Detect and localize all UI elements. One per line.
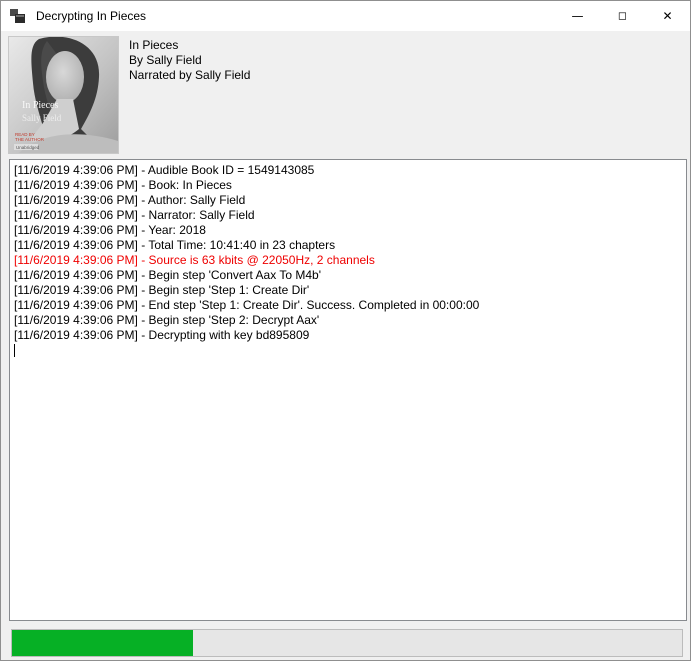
book-title: In Pieces (129, 38, 250, 53)
log-lines: [11/6/2019 4:39:06 PM] - Audible Book ID… (14, 163, 686, 343)
cover-edition: Unabridged (16, 145, 40, 150)
maximize-icon: ◻ (618, 10, 627, 21)
log-line: [11/6/2019 4:39:06 PM] - End step 'Step … (14, 298, 686, 313)
log-line: [11/6/2019 4:39:06 PM] - Book: In Pieces (14, 178, 686, 193)
close-icon: ✕ (662, 10, 672, 22)
log-line: [11/6/2019 4:39:06 PM] - Begin step 'Ste… (14, 283, 686, 298)
minimize-icon: — (572, 10, 584, 22)
progress-bar (11, 629, 683, 657)
book-narrator: Narrated by Sally Field (129, 68, 250, 83)
log-line: [11/6/2019 4:39:06 PM] - Author: Sally F… (14, 193, 686, 208)
book-author: By Sally Field (129, 53, 250, 68)
window-controls: — ◻ ✕ (555, 1, 690, 31)
cover-readby-line2: THE AUTHOR (15, 137, 45, 142)
log-line: [11/6/2019 4:39:06 PM] - Begin step 'Ste… (14, 313, 686, 328)
window-title: Decrypting In Pieces (36, 9, 146, 23)
app-icon (10, 8, 26, 24)
caret-line (14, 343, 686, 358)
log-line: [11/6/2019 4:39:06 PM] - Total Time: 10:… (14, 238, 686, 253)
log-line: [11/6/2019 4:39:06 PM] - Audible Book ID… (14, 163, 686, 178)
book-cover-image: In Pieces Sally Field READ BY THE AUTHOR… (9, 37, 118, 153)
log-line: [11/6/2019 4:39:06 PM] - Narrator: Sally… (14, 208, 686, 223)
cover-author: Sally Field (22, 113, 62, 123)
log-textbox[interactable]: [11/6/2019 4:39:06 PM] - Audible Book ID… (9, 159, 687, 621)
progress-fill (12, 630, 193, 656)
minimize-button[interactable]: — (555, 1, 600, 31)
maximize-button[interactable]: ◻ (600, 1, 645, 31)
log-line: [11/6/2019 4:39:06 PM] - Source is 63 kb… (14, 253, 686, 268)
close-button[interactable]: ✕ (645, 1, 690, 31)
cover-title: In Pieces (22, 100, 58, 111)
app-window: Decrypting In Pieces — ◻ ✕ (0, 0, 691, 661)
log-line: [11/6/2019 4:39:06 PM] - Year: 2018 (14, 223, 686, 238)
log-line: [11/6/2019 4:39:06 PM] - Decrypting with… (14, 328, 686, 343)
log-line: [11/6/2019 4:39:06 PM] - Begin step 'Con… (14, 268, 686, 283)
titlebar[interactable]: Decrypting In Pieces — ◻ ✕ (1, 1, 690, 31)
book-info: In Pieces By Sally Field Narrated by Sal… (129, 38, 250, 83)
text-caret (14, 344, 15, 357)
